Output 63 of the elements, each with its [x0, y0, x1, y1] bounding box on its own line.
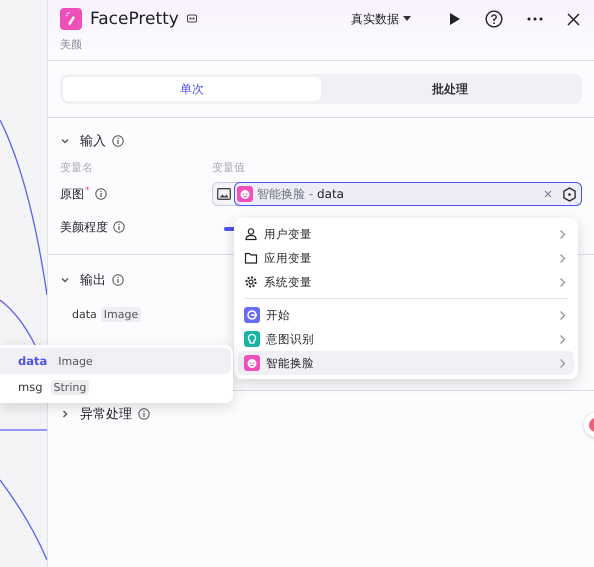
folder-icon — [244, 251, 258, 265]
info-icon[interactable] — [113, 221, 125, 233]
caret-icon — [403, 16, 411, 22]
section-title: 输入 — [80, 133, 106, 150]
field-label: 原图 — [60, 186, 84, 202]
menu-item[interactable]: 系统变量 — [238, 270, 574, 294]
start-icon — [244, 307, 260, 323]
menu-item[interactable]: 应用变量 — [238, 246, 574, 270]
chevron-right-icon — [559, 252, 566, 264]
menu-item[interactable]: 用户变量 — [238, 222, 574, 246]
node-subtitle: 美颜 — [60, 37, 83, 52]
play-icon[interactable] — [449, 12, 461, 26]
section-title: 输出 — [80, 272, 106, 289]
menu-item[interactable]: 开始 — [238, 303, 574, 327]
menu-item-label: 应用变量 — [264, 250, 313, 266]
menu-item-label: 开始 — [266, 308, 291, 322]
chevron-icon[interactable] — [60, 136, 70, 146]
column-header: 变量值 — [212, 160, 246, 175]
bulb-icon — [244, 331, 260, 347]
menu-item-label: 意图识别 — [266, 332, 315, 346]
variable-reference-field[interactable]: 智能换脸 - data — [234, 182, 582, 206]
node-title: FacePretty — [90, 9, 179, 29]
gear-icon — [244, 275, 258, 289]
face-icon — [244, 355, 260, 371]
person-icon — [244, 227, 258, 241]
mode-tab[interactable]: 单次 — [63, 77, 321, 101]
output-name: data — [72, 308, 97, 321]
info-icon[interactable] — [112, 274, 124, 286]
chevron-icon[interactable] — [60, 275, 70, 285]
menu-item[interactable]: 意图识别 — [238, 327, 574, 351]
section-title: 异常处理 — [80, 406, 132, 423]
help-icon[interactable] — [485, 10, 503, 28]
data-mode-dropdown[interactable]: 真实数据 — [351, 10, 411, 28]
menu-item-label: 智能换脸 — [266, 356, 315, 370]
menu-item-label: 系统变量 — [264, 274, 313, 290]
field-option[interactable]: msg String — [0, 374, 231, 400]
mode-tab[interactable]: 批处理 — [321, 77, 579, 101]
chevron-right-icon — [559, 228, 566, 240]
brush-icon — [60, 8, 82, 30]
more-icon[interactable] — [527, 17, 543, 21]
chevron-icon[interactable] — [60, 409, 70, 419]
column-header: 变量名 — [60, 160, 94, 175]
type-tag: String — [50, 380, 90, 394]
field-option[interactable]: data Image — [0, 348, 231, 374]
info-icon[interactable] — [138, 408, 150, 420]
field-name: data — [18, 354, 48, 368]
target-icon[interactable] — [562, 186, 577, 202]
face-icon — [237, 186, 253, 202]
chevron-right-icon — [559, 358, 566, 368]
chevron-right-icon — [559, 310, 566, 320]
chevron-right-icon — [559, 334, 566, 344]
menu-item-label: 用户变量 — [264, 226, 313, 242]
info-icon[interactable] — [112, 135, 124, 147]
required-mark: * — [85, 186, 90, 196]
clear-icon[interactable] — [544, 190, 552, 198]
close-icon[interactable] — [567, 12, 580, 26]
ai-badge-icon — [186, 14, 197, 24]
type-tag: Image — [100, 307, 142, 322]
field-label: 美颜程度 — [60, 218, 108, 236]
field-name: msg — [18, 380, 42, 394]
chevron-right-icon — [559, 276, 566, 288]
info-icon[interactable] — [94, 188, 106, 200]
menu-item[interactable]: 智能换脸 — [238, 351, 574, 375]
